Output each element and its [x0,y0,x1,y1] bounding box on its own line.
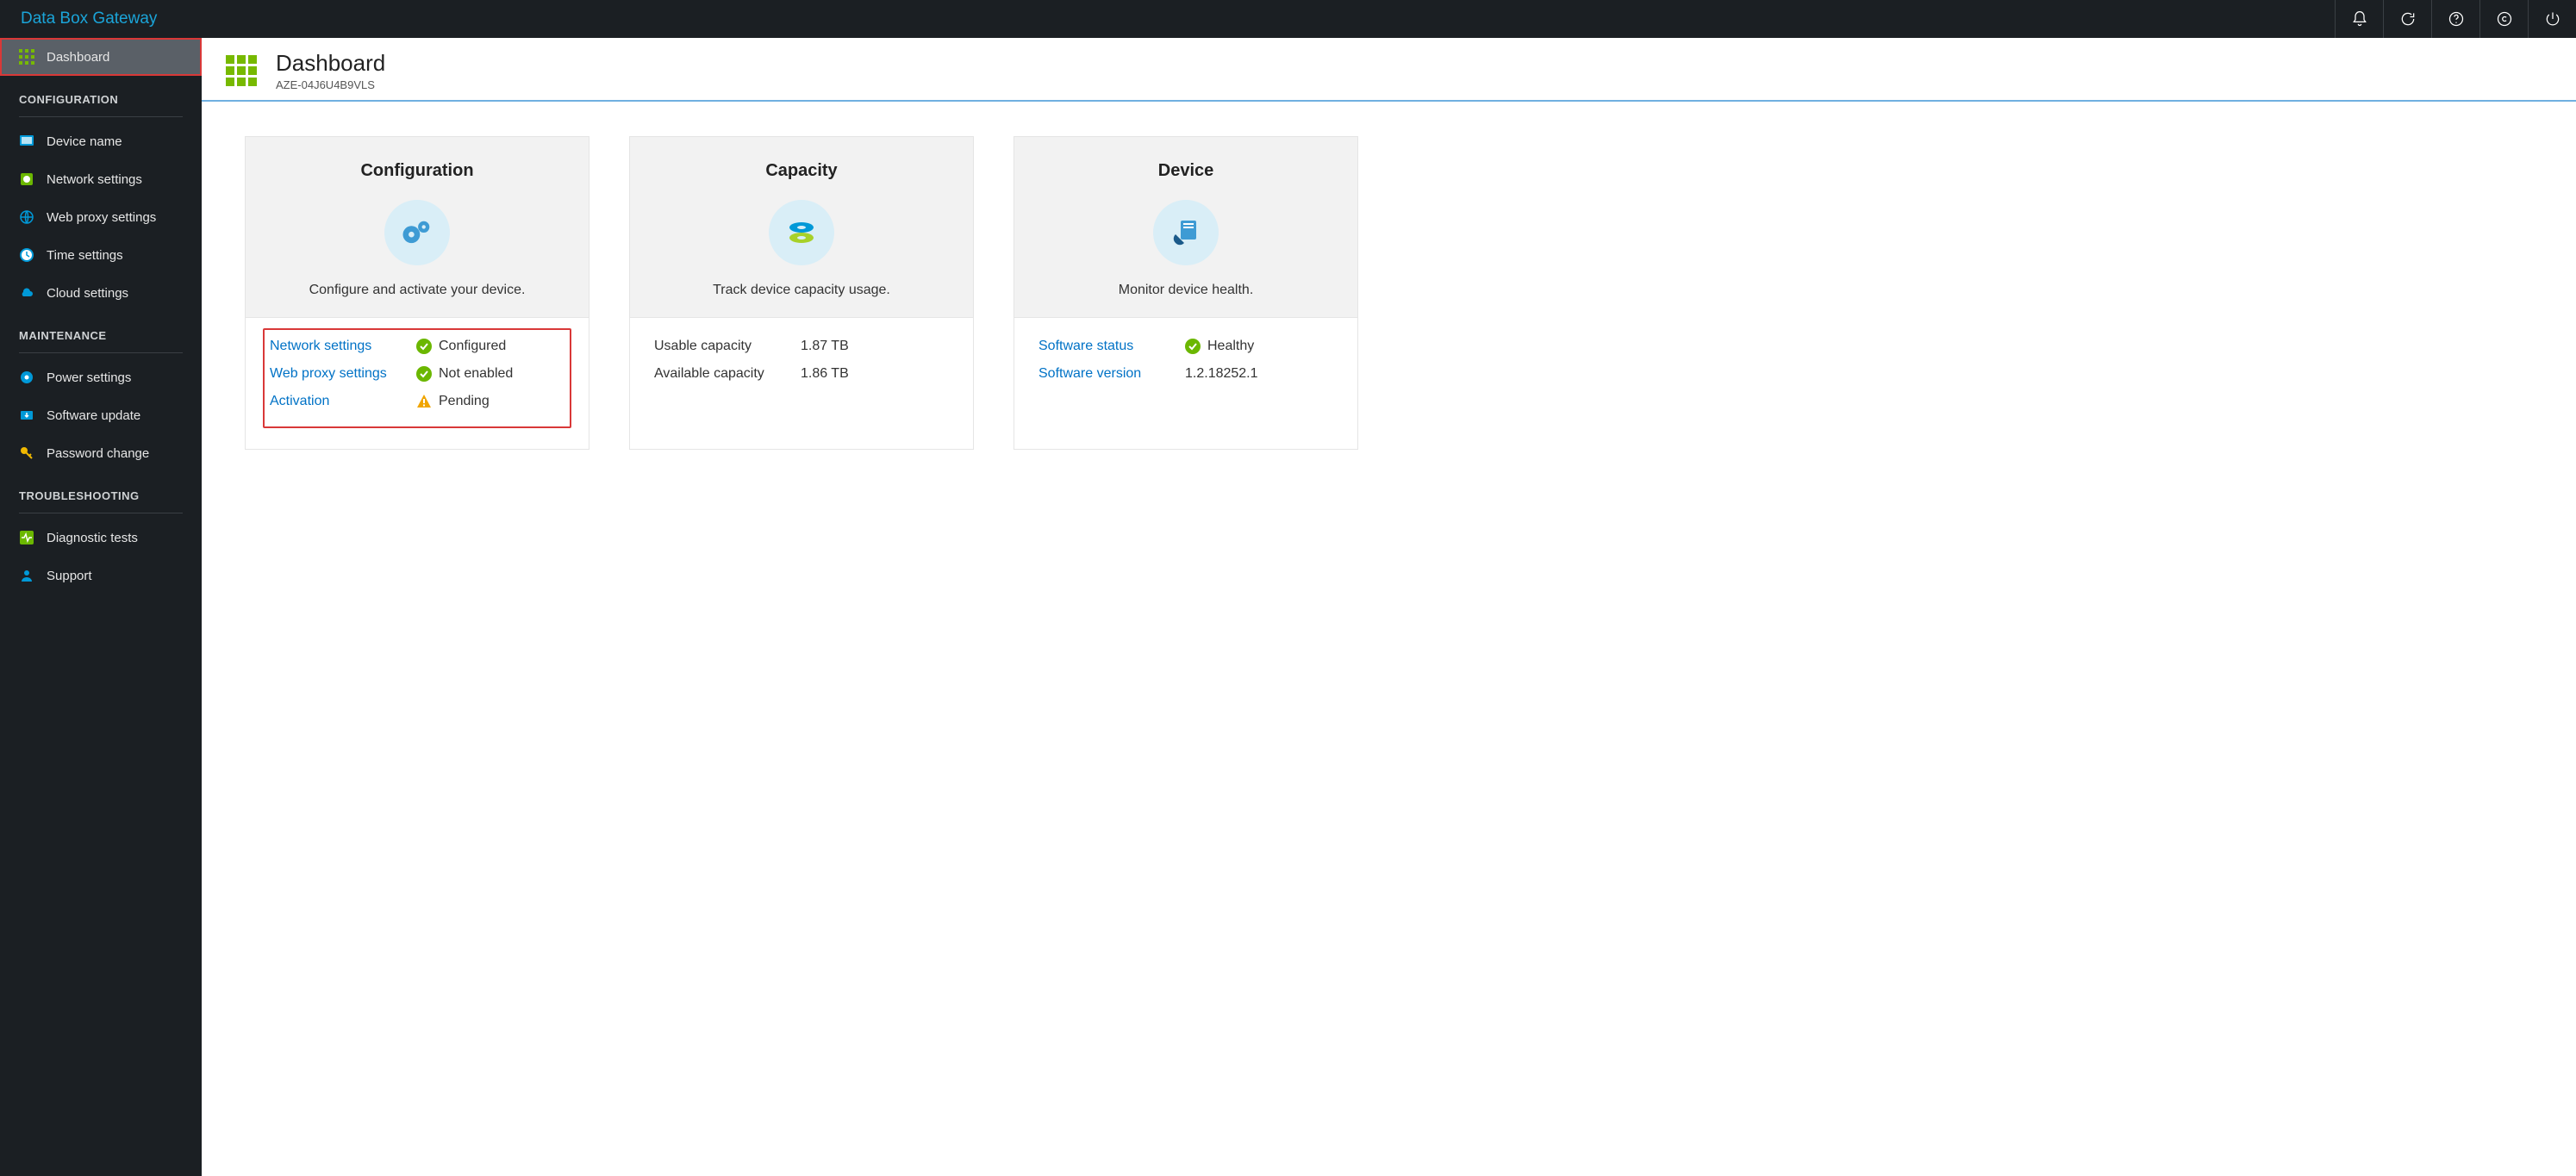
grid-icon [19,49,34,65]
link-network-settings[interactable]: Network settings [270,339,416,354]
row-label: Available capacity [654,366,801,382]
power-icon [2544,10,2561,28]
row-value: 1.86 TB [801,366,849,382]
dashboard-page-icon [224,53,259,88]
row-label: Usable capacity [654,339,801,354]
row-value: 1.2.18252.1 [1185,366,1258,382]
link-activation[interactable]: Activation [270,394,416,409]
help-icon [2448,10,2465,28]
globe-icon [19,209,34,225]
refresh-button[interactable] [2383,0,2431,38]
refresh-icon [2399,10,2417,28]
topbar: Data Box Gateway [0,0,2576,38]
sidebar-item-label: Support [47,569,92,583]
copyright-icon [2496,10,2513,28]
sidebar-item-cloud-settings[interactable]: Cloud settings [0,274,202,312]
sidebar: Dashboard CONFIGURATION Device name Netw… [0,38,202,1176]
sidebar-item-label: Network settings [47,172,142,187]
config-row-network: Network settings Configured [270,339,564,354]
divider [19,352,183,353]
person-icon [19,568,34,583]
device-row-software-status: Software status Healthy [1039,339,1333,354]
config-row-webproxy: Web proxy settings Not enabled [270,366,564,382]
cards-container: Configuration Configure and activate you… [202,102,2576,484]
config-row-activation: Activation Pending [270,394,564,409]
divider [19,116,183,117]
page-header: Dashboard AZE-04J6U4B9VLS [202,38,2576,102]
card-description: Configure and activate your device. [263,283,571,298]
sidebar-item-diagnostic-tests[interactable]: Diagnostic tests [0,519,202,557]
device-row-software-version: Software version 1.2.18252.1 [1039,366,1333,382]
status-value: Pending [439,394,490,409]
wrench-server-icon [1153,200,1219,265]
disks-icon [769,200,834,265]
clock-icon [19,247,34,263]
card-device: Device Monitor device health. Software s… [1014,136,1358,450]
sidebar-item-password-change[interactable]: Password change [0,434,202,472]
pulse-icon [19,530,34,545]
status-value: Healthy [1207,339,1254,354]
link-software-status[interactable]: Software status [1039,339,1185,354]
key-icon [19,445,34,461]
sidebar-section-troubleshooting: TROUBLESHOOTING [0,472,202,509]
sidebar-item-label: Device name [47,134,122,149]
check-icon [416,366,432,382]
check-icon [1185,339,1201,354]
sidebar-item-support[interactable]: Support [0,557,202,594]
help-button[interactable] [2431,0,2479,38]
cloud-icon [19,285,34,301]
sidebar-item-label: Software update [47,408,140,423]
sidebar-item-time-settings[interactable]: Time settings [0,236,202,274]
link-web-proxy-settings[interactable]: Web proxy settings [270,366,416,382]
status-value: Not enabled [439,366,513,382]
card-title: Capacity [647,161,956,181]
sidebar-item-label: Web proxy settings [47,210,156,225]
sidebar-item-label: Time settings [47,248,123,263]
network-icon [19,171,34,187]
capacity-row-usable: Usable capacity 1.87 TB [654,339,949,354]
brand-title: Data Box Gateway [0,9,157,28]
page-title: Dashboard [276,50,385,77]
notifications-button[interactable] [2335,0,2383,38]
topbar-actions [2335,0,2576,38]
card-title: Device [1032,161,1340,181]
main: Dashboard AZE-04J6U4B9VLS Configuration … [202,38,2576,1176]
sidebar-item-power-settings[interactable]: Power settings [0,358,202,396]
sidebar-item-web-proxy[interactable]: Web proxy settings [0,198,202,236]
card-capacity: Capacity Track device capacity usage. Us… [629,136,974,450]
sidebar-item-software-update[interactable]: Software update [0,396,202,434]
page-subtitle: AZE-04J6U4B9VLS [276,78,385,91]
link-software-version[interactable]: Software version [1039,366,1185,382]
card-configuration: Configuration Configure and activate you… [245,136,589,450]
bell-icon [2351,10,2368,28]
capacity-row-available: Available capacity 1.86 TB [654,366,949,382]
card-description: Monitor device health. [1032,283,1340,298]
sidebar-item-device-name[interactable]: Device name [0,122,202,160]
warning-icon [416,394,432,409]
copyright-button[interactable] [2479,0,2528,38]
highlighted-status-box: Network settings Configured Web proxy se… [263,328,571,428]
sidebar-item-dashboard[interactable]: Dashboard [0,38,202,76]
sidebar-item-label: Cloud settings [47,286,128,301]
sidebar-item-label: Power settings [47,370,131,385]
sidebar-item-label: Password change [47,446,149,461]
sidebar-item-label: Diagnostic tests [47,531,138,545]
card-description: Track device capacity usage. [647,283,956,298]
sidebar-item-network-settings[interactable]: Network settings [0,160,202,198]
monitor-icon [19,134,34,149]
sidebar-section-maintenance: MAINTENANCE [0,312,202,349]
check-icon [416,339,432,354]
row-value: 1.87 TB [801,339,849,354]
sidebar-item-label: Dashboard [47,50,109,65]
power-button[interactable] [2528,0,2576,38]
gear-icon [19,370,34,385]
gears-icon [384,200,450,265]
card-title: Configuration [263,161,571,181]
download-icon [19,408,34,423]
sidebar-section-configuration: CONFIGURATION [0,76,202,113]
status-value: Configured [439,339,506,354]
